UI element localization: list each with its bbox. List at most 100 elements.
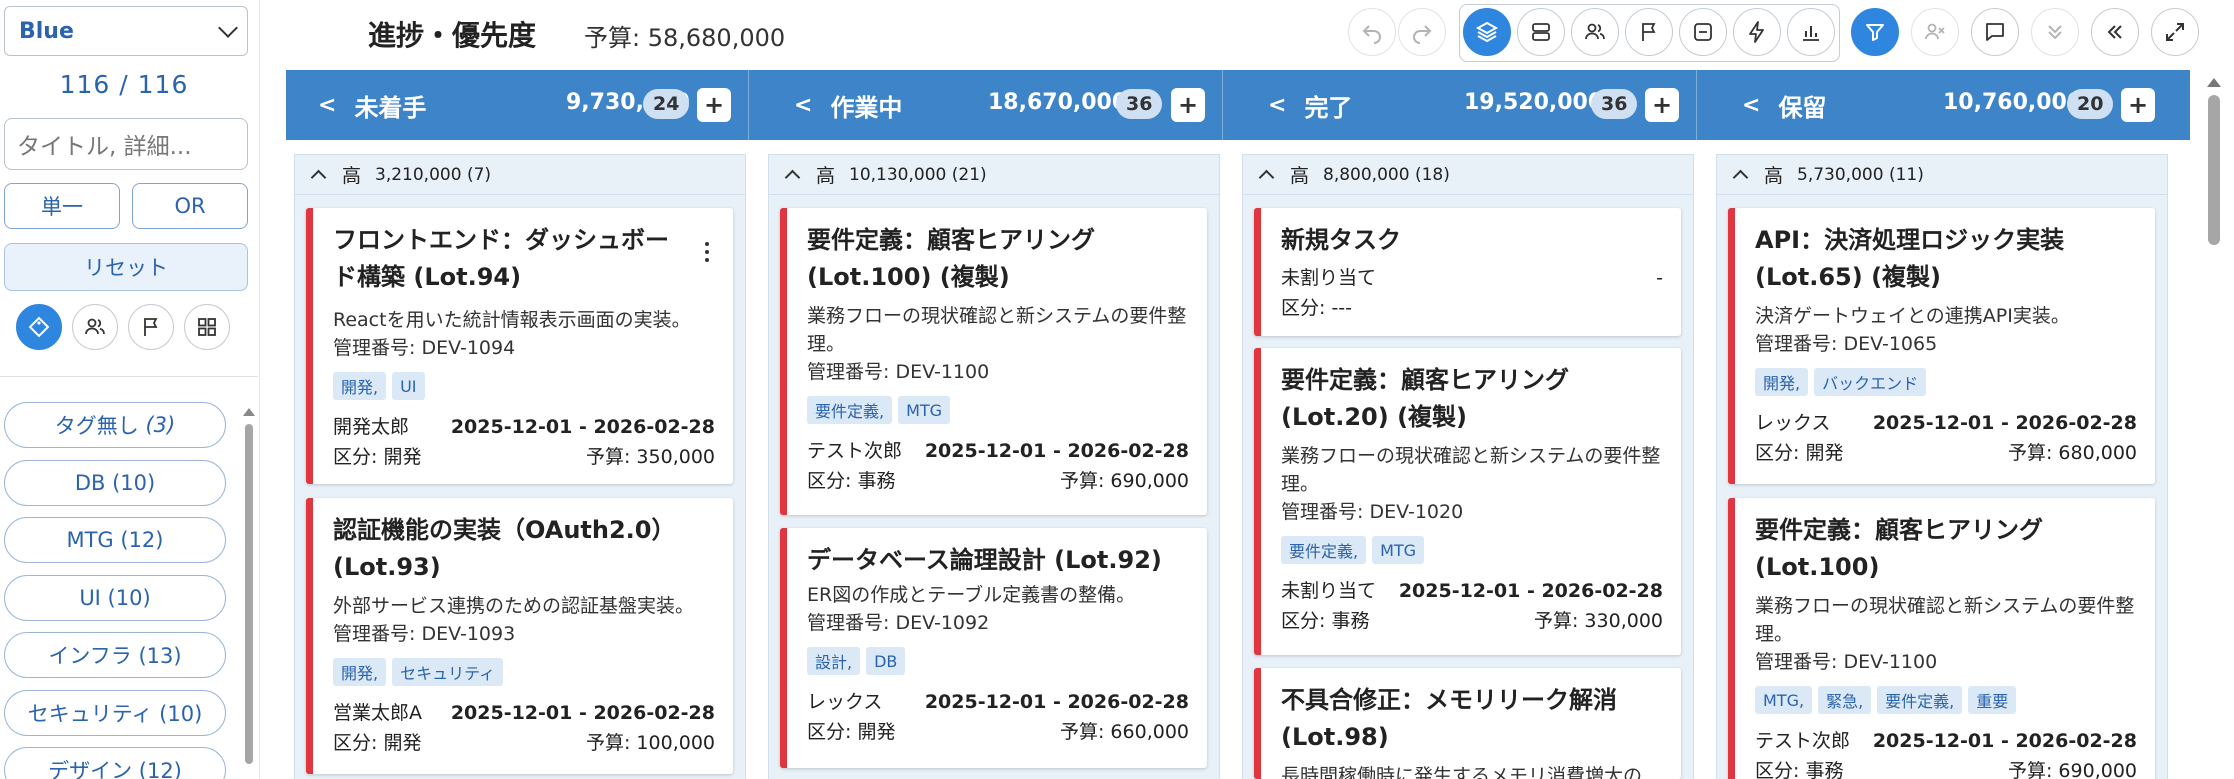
grid-filter-icon[interactable] [184, 304, 230, 350]
scroll-up-icon[interactable] [243, 408, 255, 416]
assignee-view-button[interactable] [1571, 8, 1619, 56]
flag-view-button[interactable] [1625, 8, 1673, 56]
tag-count: (3) [145, 413, 176, 437]
card-owner: 未割り当て [1281, 580, 1377, 602]
tag-label: タグ無し [54, 414, 139, 438]
collapse-all-button[interactable] [2031, 8, 2079, 56]
layers-view-button[interactable] [1463, 8, 1511, 56]
card-meta-row: 区分: 開発 予算: 680,000 [1755, 438, 2137, 468]
task-card[interactable]: データベース論理設計 (Lot.92) ER図の作成とテーブル定義書の整備。 管… [780, 528, 1207, 768]
card-id: 管理番号: DEV-1092 [807, 612, 990, 634]
swimlane-meta: 8,800,000 (18) [1323, 164, 1450, 185]
sidebar-filter-icons [16, 304, 230, 350]
card-tags: MTG, 緊急, 要件定義, 重要 [1755, 686, 2137, 714]
collapse-view-button[interactable] [1679, 8, 1727, 56]
swimlane-meta: 10,130,000 (21) [849, 164, 987, 185]
board-scrollbar[interactable] [2206, 70, 2222, 779]
task-card[interactable]: フロントエンド：ダッシュボード構築 (Lot.94) Reactを用いた統計情報… [306, 208, 733, 484]
lightning-view-button[interactable] [1733, 8, 1781, 56]
card-category: 区分: 事務 [1755, 760, 1844, 779]
card-id: 管理番号: DEV-1093 [333, 623, 516, 645]
swimlane-meta: 3,210,000 (7) [375, 164, 492, 185]
card-category: 区分: 開発 [333, 732, 422, 754]
comment-button[interactable] [1971, 8, 2019, 56]
column-name: 未着手 [354, 93, 427, 122]
card-title: 要件定義：顧客ヒアリング (Lot.20) (複製) [1281, 366, 1569, 431]
task-card[interactable]: 要件定義：顧客ヒアリング (Lot.20) (複製) 業務フローの現状確認と新シ… [1254, 348, 1681, 655]
chevron-left-icon[interactable]: < [1268, 93, 1286, 118]
card-owner-row: レックス 2025-12-01 - 2026-02-28 [1755, 408, 2137, 438]
card-tag: 要件定義, [807, 396, 893, 424]
sidebar-scrollbar[interactable] [243, 402, 255, 779]
swimlane-header[interactable]: 高 5,730,000 (11) [1717, 155, 2167, 195]
task-card[interactable]: API：決済処理ロジック実装 (Lot.65) (複製) 決済ゲートウェイとの連… [1728, 208, 2155, 484]
tag-filter-db[interactable]: DB (10) [4, 459, 226, 506]
undo-button[interactable] [1348, 8, 1396, 56]
rows-view-button[interactable] [1517, 8, 1565, 56]
card-description: 決済ゲートウェイとの連携API実装。 [1755, 305, 2070, 327]
card-meta-row: 区分: 開発 予算: 660,000 [807, 717, 1189, 747]
card-dates: 2025-12-01 - 2026-02-28 [1872, 730, 2137, 752]
card-description: 外部サービス連携のための認証基盤実装。 [333, 595, 695, 617]
add-card-button[interactable]: + [697, 88, 731, 122]
swimlane-header[interactable]: 高 3,210,000 (7) [295, 155, 745, 195]
add-card-button[interactable]: + [2121, 88, 2155, 122]
task-card[interactable]: 認証機能の実装（OAuth2.0）(Lot.93) 外部サービス連携のための認証… [306, 498, 733, 774]
card-tags: 開発, バックエンド [1755, 368, 2137, 396]
task-card[interactable]: 新規タスク 未割り当て - 区分: --- [1254, 208, 1681, 336]
card-tags: 設計, DB [807, 647, 1189, 675]
fullscreen-button[interactable] [2151, 8, 2199, 56]
card-tag: 開発, [1755, 368, 1809, 396]
users-filter-icon[interactable] [72, 304, 118, 350]
card-id: 管理番号: DEV-1100 [807, 361, 990, 383]
flag-filter-icon[interactable] [128, 304, 174, 350]
tag-filter-design[interactable]: デザイン (12) [4, 747, 226, 779]
single-mode-button[interactable]: 単一 [4, 183, 120, 229]
card-owner: レックス [1755, 412, 1831, 434]
or-mode-button[interactable]: OR [132, 183, 248, 229]
card-meta-row: 区分: 開発 予算: 100,000 [333, 728, 715, 758]
filter-button[interactable] [1851, 8, 1899, 56]
redo-button[interactable] [1398, 8, 1446, 56]
card-tag: 要件定義, [1877, 686, 1963, 714]
card-title: 要件定義：顧客ヒアリング (Lot.100) (複製) [807, 226, 1095, 291]
tag-filter-untagged[interactable]: タグ無し (3) [4, 402, 226, 448]
chevron-left-icon[interactable]: < [1742, 93, 1760, 118]
reset-button[interactable]: リセット [4, 243, 248, 291]
tag-filter-mtg[interactable]: MTG (12) [4, 517, 226, 563]
theme-select[interactable]: Blue [4, 6, 248, 56]
add-card-button[interactable]: + [1171, 88, 1205, 122]
tag-filter-infra[interactable]: インフラ (13) [4, 632, 226, 678]
chart-view-button[interactable] [1787, 8, 1835, 56]
swimlane-header[interactable]: 高 10,130,000 (21) [769, 155, 1219, 195]
tag-filter-icon[interactable] [16, 304, 62, 350]
scroll-up-icon[interactable] [2207, 78, 2221, 87]
task-card[interactable]: 要件定義：顧客ヒアリング (Lot.100) (複製) 業務フローの現状確認と新… [780, 208, 1207, 515]
card-budget: 予算: 690,000 [1059, 470, 1189, 492]
priority-label: 高 [342, 165, 362, 187]
column-name: 完了 [1304, 93, 1353, 122]
card-owner: 営業太郎A [333, 702, 422, 724]
card-tag: 重要 [1968, 686, 2017, 714]
column-header-done: < 完了 [1268, 70, 1352, 140]
task-card[interactable]: 不具合修正：メモリリーク解消 (Lot.98) 長時間稼働時に発生するメモリ消費… [1254, 668, 1681, 779]
task-card[interactable]: 要件定義：顧客ヒアリング (Lot.100) 業務フローの現状確認と新システムの… [1728, 498, 2155, 779]
add-card-button[interactable]: + [1645, 88, 1679, 122]
chevron-left-icon[interactable]: < [318, 93, 336, 118]
column-name: 作業中 [830, 93, 903, 122]
clear-user-filter-button[interactable] [1911, 8, 1959, 56]
scrollbar-thumb[interactable] [2208, 95, 2220, 245]
card-meta-row: 区分: 事務 予算: 690,000 [807, 466, 1189, 496]
search-input[interactable]: タイトル, 詳細... [4, 118, 248, 170]
scrollbar-thumb[interactable] [245, 424, 253, 764]
more-menu-icon[interactable] [705, 242, 709, 266]
card-tag: 設計, [807, 647, 861, 675]
tag-filter-ui[interactable]: UI (10) [4, 574, 226, 621]
card-title: データベース論理設計 (Lot.92) [807, 546, 1162, 574]
tag-filter-security[interactable]: セキュリティ (10) [4, 689, 226, 736]
chevron-left-icon[interactable]: < [794, 93, 812, 118]
collapse-sidebar-button[interactable] [2091, 8, 2139, 56]
swimlane-header[interactable]: 高 8,800,000 (18) [1243, 155, 1693, 195]
card-id: 管理番号: DEV-1065 [1755, 333, 1938, 355]
card-category: 区分: 開発 [1755, 442, 1844, 464]
